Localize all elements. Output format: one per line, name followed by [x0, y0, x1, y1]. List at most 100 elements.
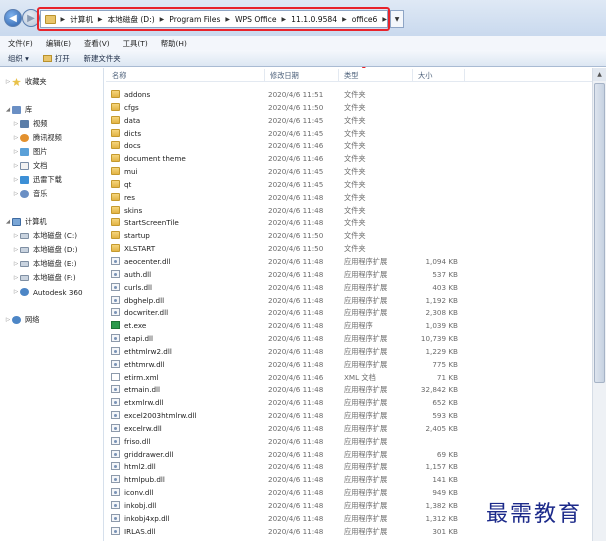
- dll-file-icon: [111, 295, 120, 304]
- table-row[interactable]: docs 2020/4/6 11:46 文件夹: [106, 139, 592, 152]
- file-name: ethtmrw.dll: [124, 359, 165, 369]
- column-divider[interactable]: [412, 69, 413, 81]
- table-row[interactable]: mui 2020/4/6 11:45 文件夹: [106, 165, 592, 178]
- file-name: griddrawer.dll: [124, 449, 174, 459]
- table-row[interactable]: excel2003htmlrw.dll 2020/4/6 11:48 应用程序扩展 5…: [106, 409, 592, 422]
- table-row[interactable]: data 2020/4/6 11:45 文件夹: [106, 114, 592, 127]
- table-row[interactable]: curls.dll 2020/4/6 11:48 应用程序扩展 403 KB: [106, 281, 592, 294]
- table-row[interactable]: startup 2020/4/6 11:50 文件夹: [106, 229, 592, 242]
- organize-button[interactable]: 组织 ▾: [8, 53, 29, 64]
- expand-icon[interactable]: ▷: [12, 163, 20, 169]
- sidebar-item-favorites[interactable]: ▷ 收藏夹: [4, 76, 47, 88]
- table-row[interactable]: addons 2020/4/6 11:51 文件夹: [106, 88, 592, 101]
- table-row[interactable]: StartScreenTile 2020/4/6 11:48 文件夹: [106, 216, 592, 229]
- sidebar-item-network[interactable]: ▷ 网络: [4, 314, 39, 326]
- table-row[interactable]: html2.dll 2020/4/6 11:48 应用程序扩展 1,157 KB: [106, 460, 592, 473]
- sidebar-item-library[interactable]: ◢ 库: [4, 104, 32, 116]
- table-row[interactable]: aeocenter.dll 2020/4/6 11:48 应用程序扩展 1,094 K…: [106, 255, 592, 268]
- file-size: 69 KB: [436, 449, 458, 459]
- file-modified-date: 2020/4/6 11:48: [268, 526, 324, 536]
- sidebar-item-thunder-downloads[interactable]: ▷ 迅雷下载: [12, 174, 62, 186]
- expand-icon[interactable]: ▷: [12, 149, 20, 155]
- new-folder-button[interactable]: 新建文件夹: [84, 53, 121, 64]
- menu-file[interactable]: 文件(F): [8, 38, 33, 49]
- expand-icon[interactable]: ▷: [12, 121, 20, 127]
- expand-icon[interactable]: ▷: [12, 289, 20, 295]
- table-row[interactable]: qt 2020/4/6 11:45 文件夹: [106, 178, 592, 191]
- expand-icon[interactable]: ▷: [12, 247, 20, 253]
- expand-icon[interactable]: ▷: [4, 79, 12, 85]
- sidebar-item-video[interactable]: ▷ 视频: [12, 118, 47, 130]
- collapse-icon[interactable]: ◢: [4, 107, 12, 113]
- sidebar-item-label: 本地磁盘 (E:): [33, 259, 77, 268]
- file-type: 应用程序扩展: [344, 385, 388, 395]
- table-row[interactable]: cfgs 2020/4/6 11:50 文件夹: [106, 101, 592, 114]
- menu-tools[interactable]: 工具(T): [123, 38, 148, 49]
- column-divider[interactable]: [338, 69, 339, 81]
- expand-icon[interactable]: ▷: [12, 275, 20, 281]
- table-row[interactable]: etxmlrw.dll 2020/4/6 11:48 应用程序扩展 652 KB: [106, 396, 592, 409]
- file-name: qt: [124, 179, 132, 189]
- table-row[interactable]: document theme 2020/4/6 11:46 文件夹: [106, 152, 592, 165]
- table-row[interactable]: ethtmrw.dll 2020/4/6 11:48 应用程序扩展 775 KB: [106, 358, 592, 371]
- column-header-type[interactable]: 类型: [344, 71, 358, 81]
- computer-icon: [12, 218, 21, 226]
- expand-icon[interactable]: ▷: [12, 191, 20, 197]
- table-row[interactable]: etapi.dll 2020/4/6 11:48 应用程序扩展 10,739 KB: [106, 332, 592, 345]
- sidebar-item-drive-d[interactable]: ▷ 本地磁盘 (D:): [12, 244, 78, 256]
- table-row[interactable]: htmlpub.dll 2020/4/6 11:48 应用程序扩展 141 KB: [106, 473, 592, 486]
- expand-icon[interactable]: ▷: [12, 233, 20, 239]
- table-row[interactable]: res 2020/4/6 11:48 文件夹: [106, 191, 592, 204]
- column-divider[interactable]: [264, 69, 265, 81]
- sidebar-item-drive-c[interactable]: ▷ 本地磁盘 (C:): [12, 230, 77, 242]
- file-modified-date: 2020/4/6 11:48: [268, 295, 324, 305]
- vertical-scrollbar[interactable]: ▲: [592, 68, 606, 541]
- expand-icon[interactable]: ▷: [12, 135, 20, 141]
- table-row[interactable]: ethtmlrw2.dll 2020/4/6 11:48 应用程序扩展 1,229 K…: [106, 345, 592, 358]
- column-divider[interactable]: [464, 69, 465, 81]
- table-row[interactable]: et.exe 2020/4/6 11:48 应用程序 1,039 KB: [106, 319, 592, 332]
- sidebar-item-autodesk-360[interactable]: ▷ Autodesk 360: [12, 286, 83, 298]
- table-row[interactable]: friso.dll 2020/4/6 11:48 应用程序扩展: [106, 435, 592, 448]
- scroll-up-arrow-icon[interactable]: ▲: [593, 68, 606, 81]
- table-row[interactable]: docwriter.dll 2020/4/6 11:48 应用程序扩展 2,308 K…: [106, 306, 592, 319]
- sidebar-item-drive-f[interactable]: ▷ 本地磁盘 (F:): [12, 272, 76, 284]
- collapse-icon[interactable]: ◢: [4, 219, 12, 225]
- table-row[interactable]: etmain.dll 2020/4/6 11:48 应用程序扩展 32,842 KB: [106, 383, 592, 396]
- expand-icon[interactable]: ▷: [12, 261, 20, 267]
- table-row[interactable]: dicts 2020/4/6 11:45 文件夹: [106, 127, 592, 140]
- address-dropdown-button[interactable]: ▼: [390, 10, 404, 28]
- open-button[interactable]: 打开: [42, 53, 70, 64]
- expand-icon[interactable]: ▷: [12, 177, 20, 183]
- sidebar-item-pictures[interactable]: ▷ 图片: [12, 146, 47, 158]
- column-header-name[interactable]: 名称: [112, 71, 126, 81]
- menu-edit[interactable]: 编辑(E): [46, 38, 71, 49]
- sidebar-item-label: 腾讯视频: [33, 133, 62, 142]
- dll-file-icon: [111, 385, 120, 394]
- table-row[interactable]: auth.dll 2020/4/6 11:48 应用程序扩展 537 KB: [106, 268, 592, 281]
- file-modified-date: 2020/4/6 11:48: [268, 501, 324, 510]
- menu-bar: 文件(F) 编辑(E) 查看(V) 工具(T) 帮助(H): [0, 36, 606, 50]
- table-row[interactable]: griddrawer.dll 2020/4/6 11:48 应用程序扩展 69 KB: [106, 448, 592, 461]
- file-size: 32,842 KB: [420, 385, 458, 395]
- sidebar-item-tencent-video[interactable]: ▷ 腾讯视频: [12, 132, 62, 144]
- sidebar-item-drive-e[interactable]: ▷ 本地磁盘 (E:): [12, 258, 77, 270]
- sidebar-item-music[interactable]: ▷ 音乐: [12, 188, 47, 200]
- table-row[interactable]: etirm.xml 2020/4/6 11:46 XML 文档 71 KB: [106, 371, 592, 384]
- back-button[interactable]: ◀: [4, 9, 22, 27]
- sidebar-item-computer[interactable]: ◢ 计算机: [4, 216, 47, 228]
- music-icon: [20, 190, 29, 198]
- file-modified-date: 2020/4/6 11:48: [268, 308, 324, 318]
- menu-help[interactable]: 帮助(H): [161, 38, 187, 49]
- table-row[interactable]: dbghelp.dll 2020/4/6 11:48 应用程序扩展 1,192 KB: [106, 294, 592, 307]
- scrollbar-thumb[interactable]: [594, 83, 605, 383]
- table-row[interactable]: excelrw.dll 2020/4/6 11:48 应用程序扩展 2,405 KB: [106, 422, 592, 435]
- table-row[interactable]: skins 2020/4/6 11:48 文件夹: [106, 204, 592, 217]
- sidebar-item-documents[interactable]: ▷ 文档: [12, 160, 47, 172]
- menu-view[interactable]: 查看(V): [84, 38, 110, 49]
- column-header-size[interactable]: 大小: [418, 71, 432, 81]
- file-modified-date: 2020/4/6 11:45: [268, 128, 324, 138]
- table-row[interactable]: XLSTART 2020/4/6 11:50 文件夹: [106, 242, 592, 255]
- expand-icon[interactable]: ▷: [4, 317, 12, 323]
- column-header-date[interactable]: 修改日期: [270, 71, 299, 81]
